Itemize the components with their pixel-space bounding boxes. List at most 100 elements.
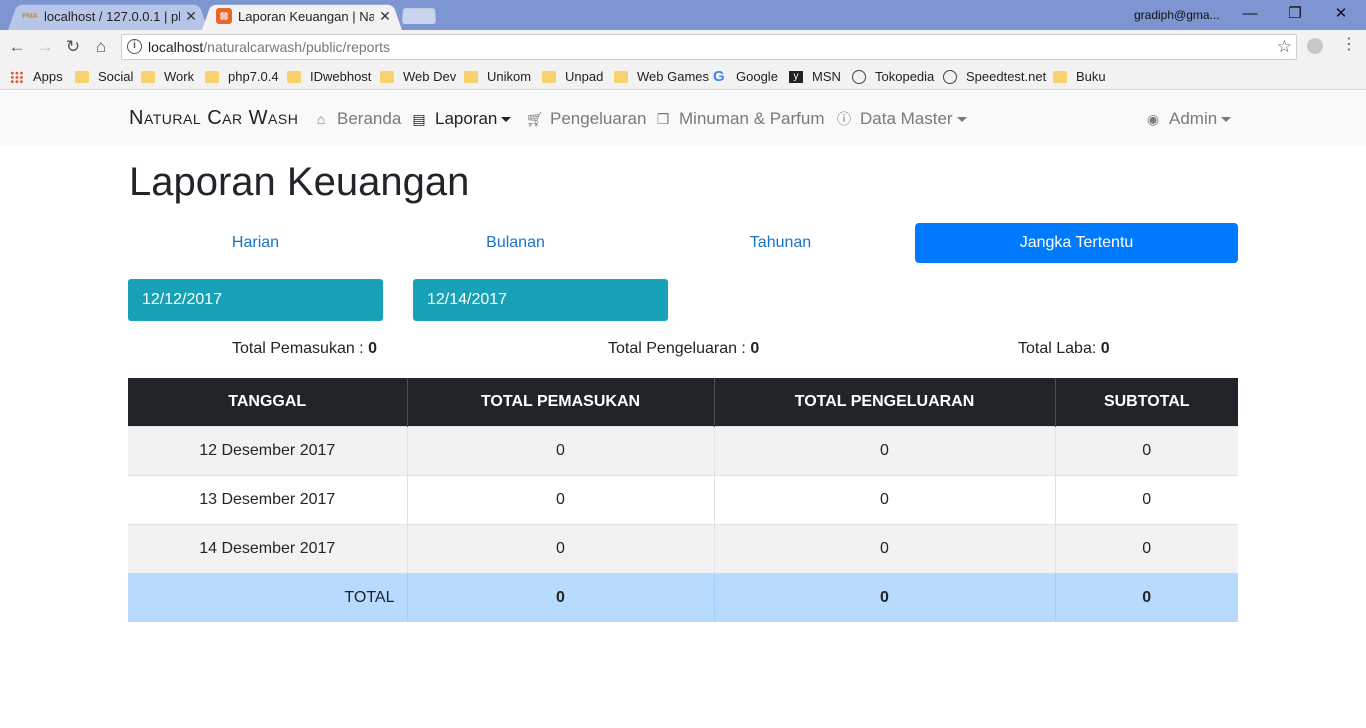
tokopedia-icon bbox=[852, 69, 866, 84]
browser-tab-phpmyadmin[interactable]: PMA localhost / 127.0.0.1 | php ✕ bbox=[8, 2, 208, 30]
report-period-tabs: Harian Bulanan Tahunan Jangka Tertentu bbox=[128, 223, 1238, 263]
nav-item-data-master[interactable]: ⓘ Data Master bbox=[836, 109, 967, 129]
bookmark-msn[interactable]: y MSN bbox=[789, 68, 841, 85]
google-icon: G bbox=[713, 68, 725, 85]
bookmark-apps[interactable]: Apps bbox=[10, 68, 63, 85]
report-table: TANGGAL TOTAL PEMASUKAN TOTAL PENGELUARA… bbox=[128, 378, 1238, 622]
info-icon[interactable]: i bbox=[127, 39, 142, 54]
new-tab-button[interactable] bbox=[402, 7, 436, 24]
tab-title: localhost / 127.0.0.1 | php bbox=[44, 8, 180, 24]
bookmark-php[interactable]: php7.0.4 bbox=[205, 68, 279, 85]
url-text[interactable]: localhost/naturalcarwash/public/reports bbox=[148, 35, 390, 59]
nav-item-minuman-parfum[interactable]: ❒ Minuman & Parfum bbox=[655, 109, 825, 129]
bookmark-social[interactable]: Social bbox=[75, 68, 133, 85]
forward-icon[interactable]: → bbox=[34, 36, 56, 58]
apps-grid-icon bbox=[10, 70, 24, 83]
bookmark-buku[interactable]: Buku bbox=[1053, 68, 1106, 85]
nav-item-laporan[interactable]: ▤ Laporan bbox=[411, 109, 512, 129]
cell-subtotal: 0 bbox=[1055, 425, 1238, 475]
bookmark-speedtest[interactable]: Speedtest.net bbox=[943, 68, 1046, 85]
table-total-row: TOTAL 0 0 0 bbox=[128, 572, 1238, 622]
folder-icon bbox=[205, 70, 219, 83]
close-tab-icon[interactable]: ✕ bbox=[184, 8, 198, 25]
bookmark-webdev[interactable]: Web Dev bbox=[380, 68, 456, 85]
chevron-down-icon bbox=[501, 116, 512, 122]
date-from-input[interactable]: 12/12/2017 bbox=[128, 279, 383, 321]
folder-icon bbox=[464, 70, 478, 83]
app-navbar: Natural Car Wash ⌂ Beranda ▤ Laporan 🛒︎ … bbox=[0, 91, 1366, 146]
nav-item-beranda[interactable]: ⌂ Beranda bbox=[313, 109, 402, 129]
table-row: 12 Desember 2017 0 0 0 bbox=[128, 425, 1238, 475]
msn-icon: y bbox=[789, 70, 803, 83]
info-circle-icon: ⓘ bbox=[837, 111, 851, 127]
bookmarks-bar: Apps Social Work php7.0.4 IDwebhost Web … bbox=[0, 63, 1366, 90]
page-title: Laporan Keuangan bbox=[129, 160, 470, 204]
chevron-down-icon bbox=[956, 116, 967, 122]
browser-tab-laporan[interactable]: ⊠ Laporan Keuangan | Natu ✕ bbox=[202, 2, 402, 30]
bookmark-webgames[interactable]: Web Games bbox=[614, 68, 709, 85]
bookmark-star-icon[interactable]: ☆ bbox=[1277, 35, 1292, 59]
browser-toolbar: ← → ↻ ⌂ i localhost/naturalcarwash/publi… bbox=[0, 30, 1366, 63]
date-to-input[interactable]: 12/14/2017 bbox=[413, 279, 668, 321]
brand-link[interactable]: Natural Car Wash bbox=[129, 107, 298, 130]
table-row: 13 Desember 2017 0 0 0 bbox=[128, 474, 1238, 524]
chevron-down-icon bbox=[1221, 116, 1232, 122]
tab-title: Laporan Keuangan | Natu bbox=[238, 8, 374, 24]
bookmark-google[interactable]: G Google bbox=[713, 68, 778, 85]
column-header-total-pengeluaran: TOTAL PENGELUARAN bbox=[714, 378, 1056, 426]
close-tab-icon[interactable]: ✕ bbox=[378, 8, 392, 25]
nav-item-pengeluaran[interactable]: 🛒︎ Pengeluaran bbox=[526, 109, 646, 129]
cart-icon: 🛒︎ bbox=[526, 110, 544, 127]
reload-icon[interactable]: ↻ bbox=[62, 36, 84, 58]
summary-total-pengeluaran: Total Pengeluaran : 0 bbox=[608, 340, 760, 357]
summary-total-pemasukan: Total Pemasukan : 0 bbox=[232, 340, 377, 357]
column-header-total-pemasukan: TOTAL PEMASUKAN bbox=[407, 378, 715, 426]
close-window-icon[interactable]: ✕ bbox=[1326, 4, 1356, 24]
bookmark-idwebhost[interactable]: IDwebhost bbox=[287, 68, 371, 85]
cell-pemasukan: 0 bbox=[407, 474, 715, 524]
cell-pemasukan: 0 bbox=[407, 523, 715, 573]
speedtest-icon bbox=[943, 69, 957, 84]
table-header-row: TANGGAL TOTAL PEMASUKAN TOTAL PENGELUARA… bbox=[128, 378, 1238, 426]
column-header-subtotal: SUBTOTAL bbox=[1055, 378, 1238, 426]
cell-pemasukan: 0 bbox=[407, 425, 715, 475]
cell-tanggal: 12 Desember 2017 bbox=[128, 425, 408, 475]
cell-pengeluaran: 0 bbox=[714, 474, 1056, 524]
extension-icon[interactable] bbox=[1307, 38, 1323, 54]
home-icon[interactable]: ⌂ bbox=[90, 36, 112, 58]
browser-menu-icon[interactable]: ⋮ bbox=[1341, 34, 1357, 54]
restore-icon[interactable]: ❐ bbox=[1280, 4, 1310, 24]
column-header-tanggal: TANGGAL bbox=[128, 378, 408, 426]
bookmark-work[interactable]: Work bbox=[141, 68, 194, 85]
nav-user-admin[interactable]: ◉ Admin bbox=[1145, 109, 1232, 129]
back-icon[interactable]: ← bbox=[6, 36, 28, 58]
user-circle-icon: ◉ bbox=[1146, 110, 1160, 127]
cell-tanggal: 13 Desember 2017 bbox=[128, 474, 408, 524]
bookmark-unpad[interactable]: Unpad bbox=[542, 68, 603, 85]
bookmark-tokopedia[interactable]: Tokopedia bbox=[852, 68, 934, 85]
home-icon: ⌂ bbox=[316, 111, 326, 127]
summary-total-laba: Total Laba: 0 bbox=[1018, 340, 1110, 357]
cubes-icon: ❒ bbox=[656, 110, 670, 127]
folder-icon bbox=[380, 70, 394, 83]
folder-icon bbox=[542, 70, 556, 83]
address-bar[interactable]: i localhost/naturalcarwash/public/report… bbox=[121, 34, 1297, 60]
folder-icon bbox=[287, 70, 301, 83]
tab-tahunan[interactable]: Tahunan bbox=[653, 223, 908, 263]
tab-bulanan[interactable]: Bulanan bbox=[388, 223, 643, 263]
tab-harian[interactable]: Harian bbox=[128, 223, 383, 263]
profile-name[interactable]: gradiph@gma... bbox=[1134, 8, 1220, 22]
folder-icon bbox=[141, 70, 155, 83]
minimize-icon[interactable]: — bbox=[1235, 4, 1265, 24]
bookmark-unikom[interactable]: Unikom bbox=[464, 68, 531, 85]
folder-icon bbox=[75, 70, 89, 83]
folder-icon bbox=[614, 70, 628, 83]
xampp-icon: ⊠ bbox=[216, 8, 232, 24]
cell-pengeluaran: 0 bbox=[714, 425, 1056, 475]
cell-pengeluaran: 0 bbox=[714, 523, 1056, 573]
tab-jangka-tertentu[interactable]: Jangka Tertentu bbox=[915, 223, 1238, 263]
folder-icon bbox=[1053, 70, 1067, 83]
cell-subtotal: 0 bbox=[1055, 523, 1238, 573]
cell-subtotal: 0 bbox=[1055, 474, 1238, 524]
total-pengeluaran: 0 bbox=[714, 572, 1056, 622]
